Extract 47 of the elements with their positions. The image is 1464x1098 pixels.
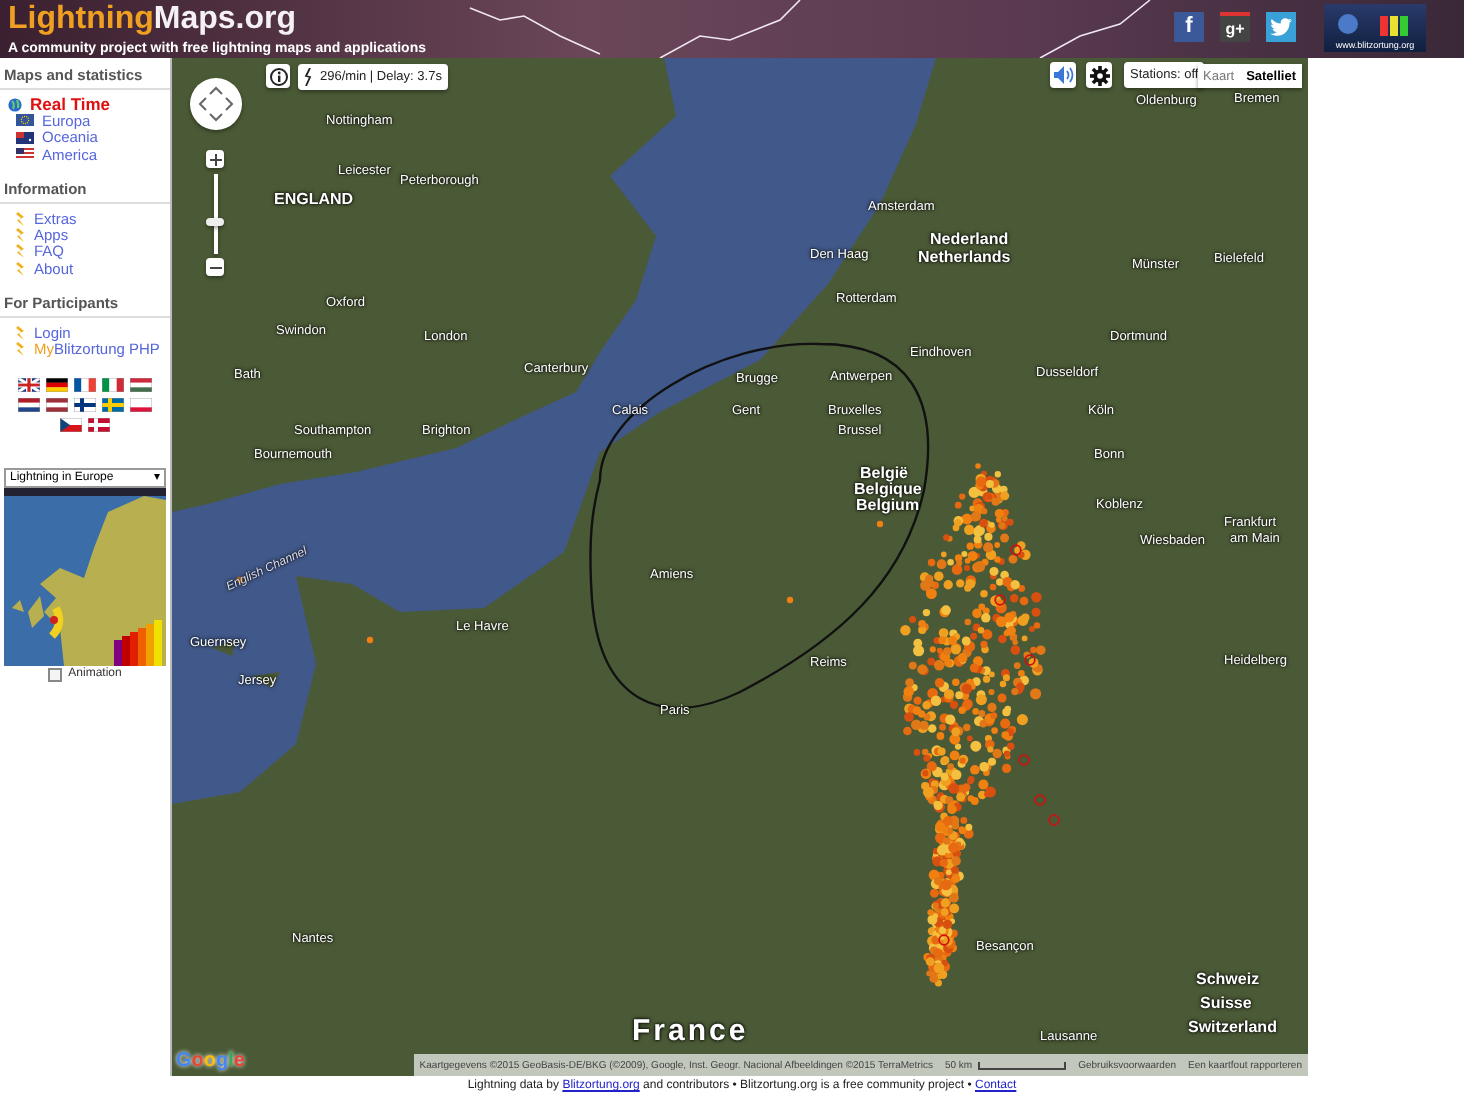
- minus-icon: [209, 261, 221, 273]
- language-flag-icon[interactable]: [74, 397, 96, 412]
- globe-icon: [8, 97, 22, 112]
- pan-arrows-icon: [196, 84, 236, 124]
- country-label: France: [632, 1016, 749, 1046]
- language-flag-icon[interactable]: [18, 397, 40, 412]
- nav-link[interactable]: Real Time: [30, 94, 111, 115]
- country-label: Belgique: [854, 482, 922, 498]
- country-label: België: [860, 466, 909, 482]
- lightning-streak: [1039, 0, 1151, 58]
- scale-bar: [978, 1061, 1067, 1069]
- plus-icon: [209, 153, 221, 165]
- flag-icon: [16, 114, 34, 127]
- country-label: Netherlands: [918, 250, 1011, 266]
- lightning-icon: [304, 68, 314, 86]
- sound-button[interactable]: [1050, 62, 1076, 88]
- zoom-in-button[interactable]: [206, 150, 224, 168]
- language-flag-icon[interactable]: [74, 377, 96, 392]
- facebook-button[interactable]: f: [1174, 12, 1204, 42]
- country-label: Schweiz: [1196, 972, 1260, 988]
- language-flag-icon[interactable]: [88, 417, 110, 432]
- zoom-slider-handle[interactable]: [206, 218, 224, 226]
- flag-icon: [16, 131, 34, 144]
- language-flag-icon[interactable]: [60, 417, 82, 432]
- language-flag-icon[interactable]: [46, 377, 68, 392]
- lightning-streak: [469, 7, 601, 55]
- language-flag-icon[interactable]: [18, 377, 40, 392]
- info-button[interactable]: [266, 64, 290, 88]
- bird-icon: [1270, 18, 1292, 36]
- country-label: Nederland: [930, 232, 1009, 248]
- country-label: Suisse: [1200, 996, 1252, 1012]
- settings-icon: [1089, 65, 1109, 85]
- google-plus-button[interactable]: g+: [1220, 12, 1250, 42]
- animation-checkbox[interactable]: [48, 667, 63, 682]
- google-logo: Google: [176, 1050, 245, 1072]
- language-flag-icon[interactable]: [46, 397, 68, 412]
- lightning-streak: [659, 0, 801, 58]
- info-icon: [269, 67, 287, 85]
- settings-button[interactable]: [1086, 62, 1112, 88]
- country-label: Switzerland: [1188, 1020, 1277, 1036]
- zoom-out-button[interactable]: [206, 258, 224, 276]
- country-label: Belgium: [856, 498, 920, 514]
- country-label: ENGLAND: [274, 192, 354, 208]
- site-logo[interactable]: LightningMaps.org: [8, 4, 426, 36]
- twitter-button[interactable]: [1266, 12, 1296, 42]
- flag-icon: [16, 148, 34, 161]
- speaker-icon: [1053, 66, 1073, 84]
